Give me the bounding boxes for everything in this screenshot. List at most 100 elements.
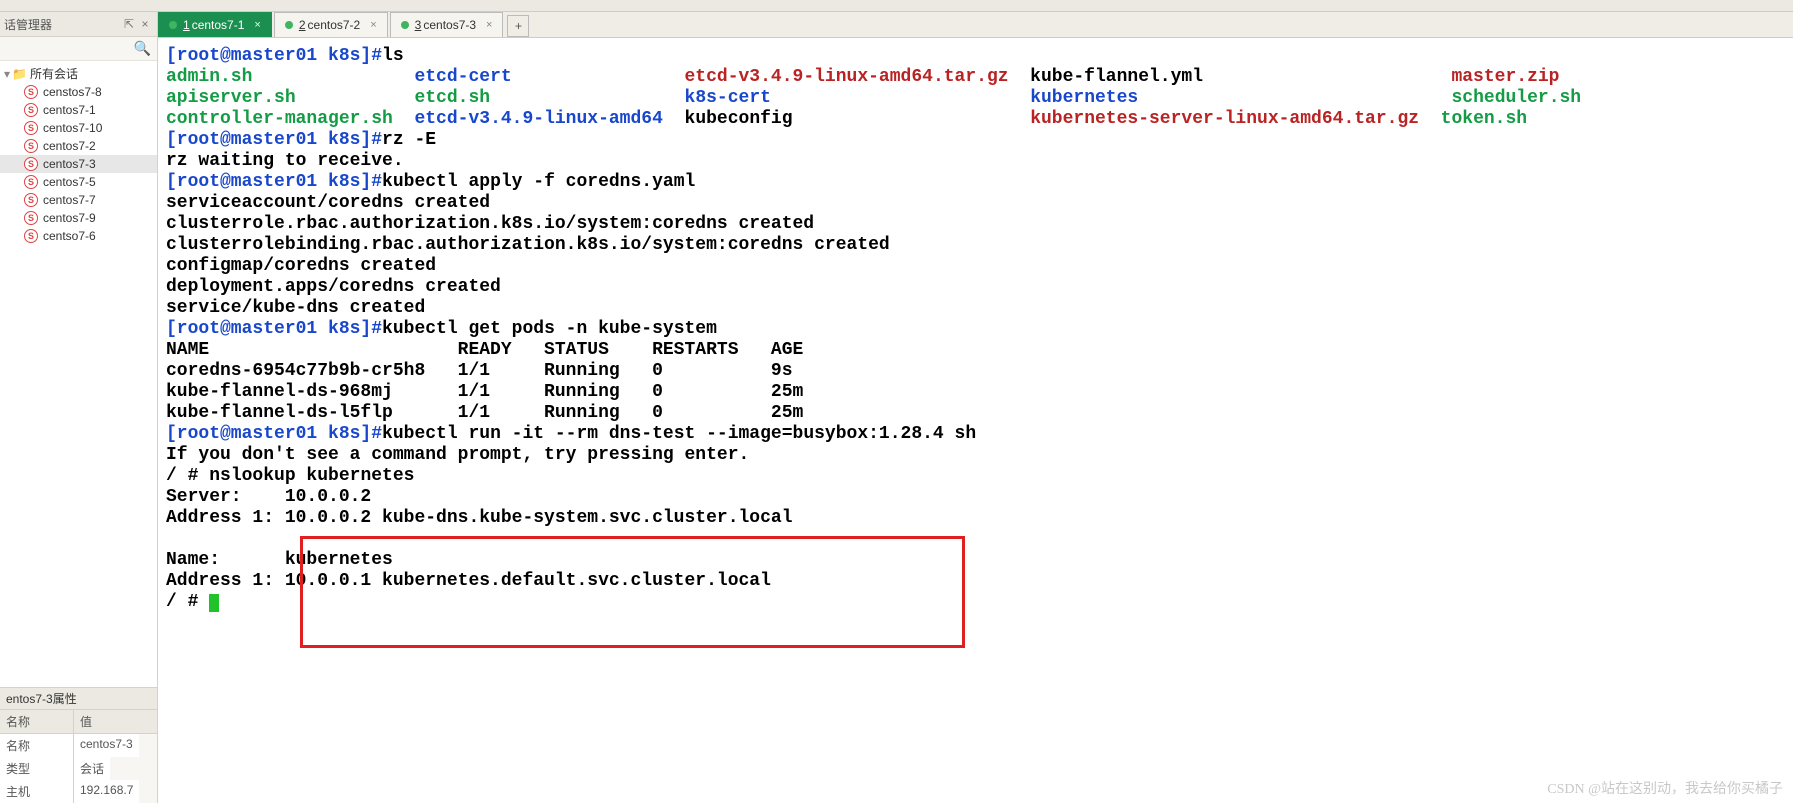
rz-wait: rz waiting to receive. (166, 151, 404, 171)
props-row: 主机192.168.7 (0, 780, 157, 803)
session-item[interactable]: Scentos7-2 (0, 137, 157, 155)
status-dot-icon (401, 21, 409, 29)
apply-line: clusterrolebinding.rbac.authorization.k8… (166, 235, 890, 255)
ls-file: etcd.sh (414, 88, 490, 108)
ls-dir: k8s-cert (685, 88, 771, 108)
main-area: 1 centos7-1 × 2 centos7-2 × 3 centos7-3 × + [… (158, 12, 1793, 803)
apply-line: configmap/coredns created (166, 256, 436, 276)
props-key: 类型 (0, 757, 74, 780)
session-label: centos7-3 (43, 157, 96, 171)
shell-prompt: [root@master01 k8s]# (166, 172, 382, 192)
session-label: centos7-10 (43, 121, 102, 135)
tab-number: 1 (183, 18, 190, 32)
ls-archive: master.zip (1451, 67, 1559, 87)
terminal-cursor (209, 594, 219, 612)
cmd-ls: ls (382, 46, 404, 66)
apply-line: clusterrole.rbac.authorization.k8s.io/sy… (166, 214, 814, 234)
shell-prompt: [root@master01 k8s]# (166, 130, 382, 150)
apply-line: service/kube-dns created (166, 298, 425, 318)
session-label: centos7-5 (43, 175, 96, 189)
apply-line: serviceaccount/coredns created (166, 193, 490, 213)
session-icon: S (24, 157, 38, 171)
panel-header: 话管理器 ⇱ × (0, 12, 157, 37)
highlight-box (300, 536, 965, 648)
props-value: centos7-3 (74, 734, 139, 757)
shell-prompt: [root@master01 k8s]# (166, 46, 382, 66)
props-value: 192.168.7 (74, 780, 139, 803)
watermark: CSDN @站在这别动，我去给你买橘子 (1547, 778, 1783, 798)
session-item[interactable]: Scenstos7-8 (0, 83, 157, 101)
session-icon: S (24, 175, 38, 189)
cmd-run: kubectl run -it --rm dns-test --image=bu… (382, 424, 976, 444)
tab-number: 2 (299, 18, 306, 32)
root-label: 所有会话 (30, 65, 78, 82)
session-item[interactable]: Scentos7-5 (0, 173, 157, 191)
busybox-prompt: / # (166, 592, 209, 612)
tab-label: centos7-3 (423, 18, 476, 32)
ls-dir: etcd-cert (414, 67, 511, 87)
session-item[interactable]: Scentos7-1 (0, 101, 157, 119)
props-col-value: 值 (74, 710, 98, 733)
props-row: 名称centos7-3 (0, 734, 157, 757)
session-icon: S (24, 211, 38, 225)
session-label: centos7-9 (43, 211, 96, 225)
tab-close-icon[interactable]: × (370, 19, 376, 31)
pin-icon[interactable]: ⇱ (121, 17, 137, 31)
ls-dir: kubernetes (1030, 88, 1138, 108)
session-item[interactable]: Scentso7-6 (0, 227, 157, 245)
run-hint: If you don't see a command prompt, try p… (166, 445, 749, 465)
ls-file: kube-flannel.yml (1030, 67, 1203, 87)
search-icon[interactable]: 🔍 (134, 40, 151, 57)
ls-dir: etcd-v3.4.9-linux-amd64 (414, 109, 662, 129)
tab-label: centos7-2 (308, 18, 361, 32)
nslookup-addr2: Address 1: 10.0.0.1 kubernetes.default.s… (166, 571, 771, 591)
session-tree: ▾ 📁 所有会话 Scenstos7-8Scentos7-1Scentos7-1… (0, 61, 157, 687)
session-tab[interactable]: 1 centos7-1 × (158, 12, 272, 37)
panel-title: 话管理器 (4, 16, 121, 33)
session-item[interactable]: Scentos7-3 (0, 155, 157, 173)
session-label: centso7-6 (43, 229, 96, 243)
cmd-apply: kubectl apply -f coredns.yaml (382, 172, 695, 192)
shell-prompt: [root@master01 k8s]# (166, 319, 382, 339)
ls-file: kubeconfig (685, 109, 793, 129)
session-icon: S (24, 85, 38, 99)
tab-close-icon[interactable]: × (486, 19, 492, 31)
pods-header: NAME READY STATUS RESTARTS AGE (166, 340, 803, 360)
busybox-prompt: / # (166, 466, 209, 486)
session-tab[interactable]: 2 centos7-2 × (274, 12, 388, 37)
pods-row: kube-flannel-ds-968mj 1/1 Running 0 25m (166, 382, 803, 402)
status-dot-icon (285, 21, 293, 29)
cmd-nslookup: nslookup kubernetes (209, 466, 414, 486)
tab-close-icon[interactable]: × (254, 19, 260, 31)
session-item[interactable]: Scentos7-10 (0, 119, 157, 137)
session-item[interactable]: Scentos7-9 (0, 209, 157, 227)
session-icon: S (24, 193, 38, 207)
session-tab[interactable]: 3 centos7-3 × (390, 12, 504, 37)
session-manager-panel: 话管理器 ⇱ × 🔍 ▾ 📁 所有会话 Scenstos7-8Scentos7-… (0, 12, 158, 803)
tab-bar: 1 centos7-1 × 2 centos7-2 × 3 centos7-3 × + (158, 12, 1793, 38)
shell-prompt: [root@master01 k8s]# (166, 424, 382, 444)
collapse-icon[interactable]: ▾ (4, 67, 10, 81)
ls-file: admin.sh (166, 67, 252, 87)
props-key: 主机 (0, 780, 74, 803)
session-label: centos7-1 (43, 103, 96, 117)
new-tab-button[interactable]: + (507, 15, 529, 37)
tree-root[interactable]: ▾ 📁 所有会话 (0, 64, 157, 83)
cmd-rz: rz -E (382, 130, 436, 150)
session-item[interactable]: Scentos7-7 (0, 191, 157, 209)
close-icon[interactable]: × (137, 17, 153, 31)
nslookup-addr1: Address 1: 10.0.0.2 kube-dns.kube-system… (166, 508, 793, 528)
tab-label: centos7-1 (192, 18, 245, 32)
session-icon: S (24, 121, 38, 135)
props-row: 类型会话 (0, 757, 157, 780)
session-icon: S (24, 103, 38, 117)
props-col-name: 名称 (0, 710, 74, 733)
pods-row: kube-flannel-ds-l5flp 1/1 Running 0 25m (166, 403, 803, 423)
folder-icon: 📁 (12, 67, 27, 81)
ls-file: controller-manager.sh (166, 109, 393, 129)
ls-file: apiserver.sh (166, 88, 296, 108)
session-icon: S (24, 139, 38, 153)
terminal-output[interactable]: [root@master01 k8s]#ls admin.sh etcd-cer… (158, 38, 1793, 803)
tab-number: 3 (415, 18, 422, 32)
session-label: centos7-7 (43, 193, 96, 207)
